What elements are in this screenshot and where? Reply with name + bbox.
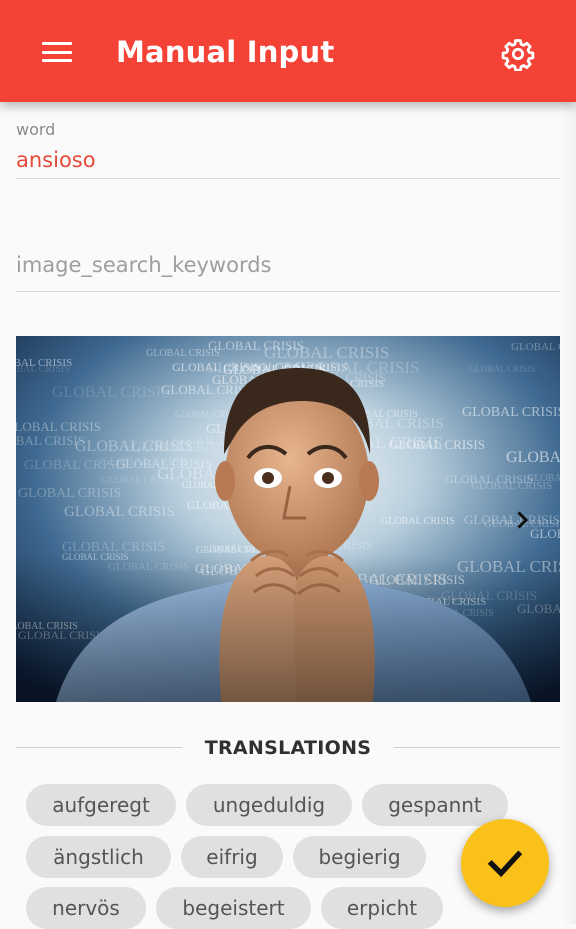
confirm-fab[interactable]: [461, 819, 549, 907]
divider-left: [16, 747, 182, 748]
divider-right: [394, 747, 560, 748]
menu-button[interactable]: [28, 24, 86, 80]
translation-chip[interactable]: ungeduldig: [186, 784, 352, 826]
image-search-keywords-input[interactable]: image_search_keywords: [16, 251, 560, 279]
translations-heading: TRANSLATIONS: [204, 737, 372, 759]
search-result-image[interactable]: GLOBAL CRISISGLOBAL CRISISGLOBAL CRISISG…: [16, 336, 560, 702]
check-icon: [487, 850, 523, 878]
chevron-right-icon[interactable]: [510, 508, 534, 532]
translation-chip[interactable]: ängstlich: [26, 836, 171, 878]
menu-icon: [42, 42, 72, 62]
translation-chip[interactable]: begeistert: [156, 887, 311, 929]
page-title: Manual Input: [116, 35, 335, 69]
translation-chip[interactable]: aufgeregt: [26, 784, 176, 826]
word-field-underline: [16, 178, 560, 179]
settings-button[interactable]: [492, 28, 544, 80]
anxious-man-photo: GLOBAL CRISISGLOBAL CRISISGLOBAL CRISISG…: [16, 336, 560, 702]
word-input[interactable]: ansioso: [16, 146, 560, 174]
translation-chip[interactable]: erpicht: [321, 887, 443, 929]
scroll-edge: [562, 102, 576, 924]
image-search-keywords-field[interactable]: image_search_keywords: [16, 251, 560, 292]
translation-chip[interactable]: begierig: [293, 836, 426, 878]
translation-chip[interactable]: nervös: [26, 887, 146, 929]
gear-icon: [501, 39, 535, 71]
translation-chip[interactable]: eifrig: [181, 836, 283, 878]
word-field[interactable]: word ansioso: [16, 120, 560, 179]
word-field-label: word: [16, 120, 56, 139]
translations-section-header: TRANSLATIONS: [0, 736, 576, 760]
app-bar: Manual Input: [0, 0, 576, 102]
image-search-keywords-underline: [16, 291, 560, 292]
translation-chip[interactable]: gespannt: [362, 784, 508, 826]
